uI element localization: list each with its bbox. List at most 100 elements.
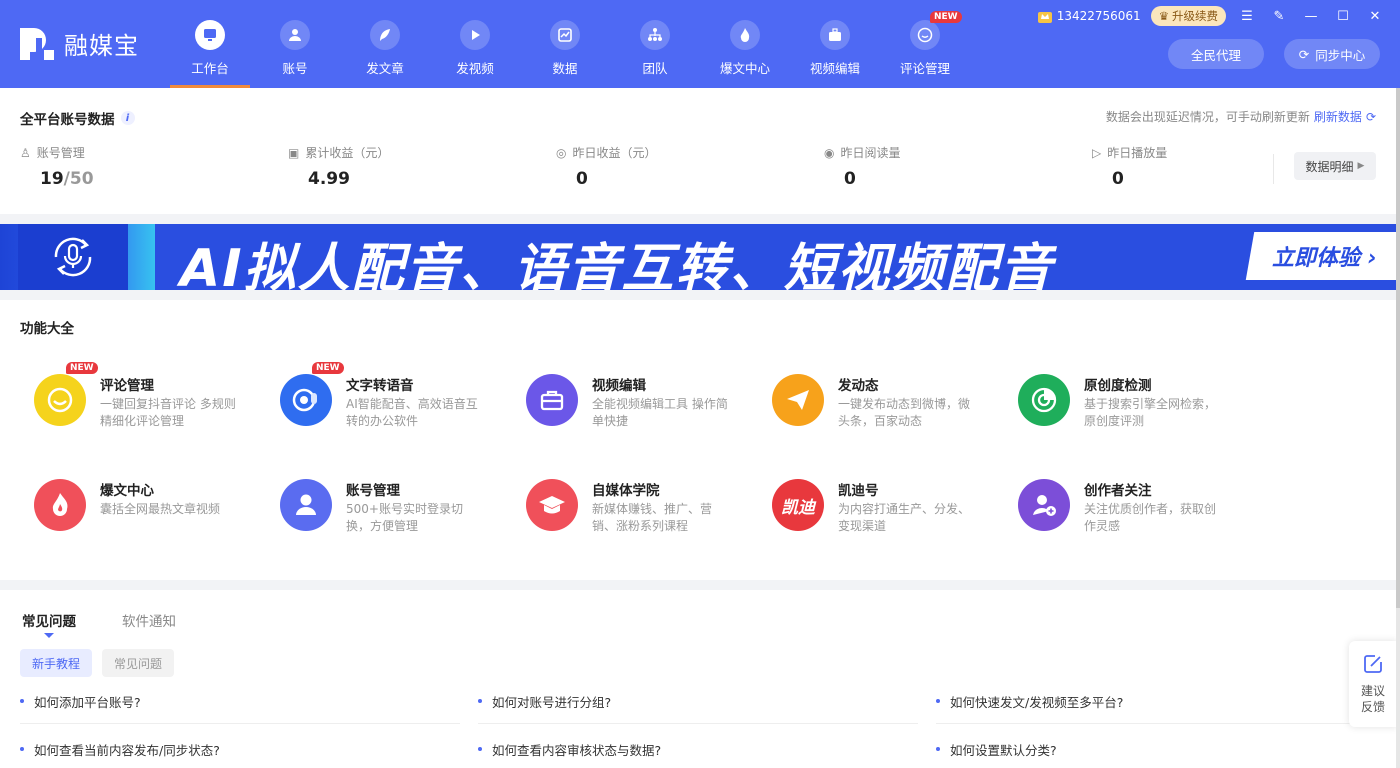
feature-comment-manage[interactable]: NEW 评论管理 一键回复抖音评论 多规则精细化评论管理 — [20, 362, 260, 444]
feature-creator-follow[interactable]: 创作者关注 关注优质创作者，获取创作灵感 — [1004, 479, 1244, 549]
nav-hot-articles[interactable]: 爆文中心 — [700, 0, 790, 88]
stats-title: 全平台账号数据 i — [20, 108, 135, 128]
agent-button[interactable]: 全民代理 — [1168, 39, 1264, 69]
feature-desc: 全能视频编辑工具 操作简单快捷 — [592, 397, 728, 428]
banner-headline: AI拟人配音、语音互转、短视频配音 — [180, 239, 1054, 290]
scrollbar-thumb[interactable] — [1396, 88, 1400, 608]
play-circle-icon: ▷ — [1092, 145, 1102, 160]
faq-link[interactable]: 如何添加平台账号? — [20, 692, 141, 711]
edit-note-icon — [1364, 655, 1382, 673]
feature-name: 自媒体学院 — [592, 483, 660, 499]
faq-link[interactable]: 如何查看当前内容发布/同步状态? — [20, 740, 220, 759]
faq-link[interactable]: 如何对账号进行分组? — [478, 692, 611, 711]
feature-desc: 一键发布动态到微博，微头条，百家动态 — [838, 397, 971, 428]
promo-banner[interactable]: AI拟人配音、语音互转、短视频配音 立即体验 › — [0, 224, 1396, 290]
nav-account[interactable]: 账号 — [250, 0, 340, 88]
feedback-label-1: 建议 — [1360, 684, 1385, 698]
nav-comments[interactable]: NEW 评论管理 — [880, 0, 970, 88]
nav-label: 发视频 — [456, 61, 494, 76]
info-icon[interactable]: i — [120, 111, 135, 125]
data-detail-button[interactable]: 数据明细 ▶ — [1294, 152, 1376, 180]
stats-panel: 全平台账号数据 i 数据会出现延迟情况，可手动刷新更新 刷新数据 ⟳ ♙ 账号管理… — [0, 88, 1396, 214]
feature-name: 文字转语音 — [346, 378, 414, 394]
feather-icon — [370, 20, 400, 50]
nav-workbench[interactable]: 工作台 — [170, 0, 250, 88]
graduation-cap-icon — [526, 479, 578, 531]
feature-text-to-speech[interactable]: NEW 文字转语音 AI智能配音、高效语音互转的办公软件 — [266, 362, 506, 444]
pill-beginner-tutorial[interactable]: 新手教程 — [20, 649, 92, 677]
tab-notices[interactable]: 软件通知 — [122, 610, 176, 630]
upgrade-button[interactable]: ♛ 升级续费 — [1150, 6, 1226, 26]
crown-icon: ♛ — [1158, 9, 1169, 23]
sync-center-button[interactable]: ⟳ 同步中心 — [1284, 39, 1380, 69]
vip-crown-icon — [1037, 11, 1052, 23]
tab-faq[interactable]: 常见问题 — [22, 610, 76, 630]
stat-limit: /50 — [63, 169, 94, 189]
feature-desc: 关注优质创作者，获取创作灵感 — [1084, 502, 1217, 533]
feature-desc: AI智能配音、高效语音互转的办公软件 — [346, 397, 478, 428]
upgrade-label: 升级续费 — [1172, 9, 1218, 23]
refresh-data-link[interactable]: 刷新数据 — [1314, 108, 1362, 125]
feature-originality-check[interactable]: 原创度检测 基于搜索引擎全网检索，原创度评测 — [1004, 374, 1244, 444]
stat-label: 账号管理 — [36, 146, 85, 160]
wallet-icon: ▣ — [288, 145, 300, 160]
feature-desc: 新媒体赚钱、推广、营销、涨粉系列课程 — [592, 502, 713, 533]
nav-data[interactable]: 数据 — [520, 0, 610, 88]
nav-label: 数据 — [552, 61, 578, 76]
yen-icon: ◎ — [556, 145, 567, 160]
sync-label: 同步中心 — [1315, 47, 1366, 63]
feature-name: 原创度检测 — [1084, 378, 1152, 394]
detail-label: 数据明细 — [1305, 159, 1354, 174]
radar-icon — [1018, 374, 1070, 426]
faq-link[interactable]: 如何查看内容审核状态与数据? — [478, 740, 661, 759]
faq-section: 常见问题 软件通知 新手教程 常见问题 如何添加平台账号? 如何对账号进行分组?… — [0, 590, 1396, 768]
app-logo[interactable]: 融媒宝 — [18, 24, 139, 62]
toolbox-icon — [526, 374, 578, 426]
stat-value: 0 — [576, 169, 588, 189]
edit-icon[interactable]: ✎ — [1268, 7, 1290, 25]
caret-right-icon: ▶ — [1357, 161, 1365, 171]
window-controls: 13422756061 ♛ 升级续费 ☰ ✎ — ☐ ✕ — [1037, 6, 1386, 26]
delay-note: 数据会出现延迟情况，可手动刷新更新 — [1105, 110, 1310, 124]
user-info[interactable]: 13422756061 — [1037, 9, 1141, 23]
stat-label: 累计收益（元） — [305, 146, 390, 160]
feature-name: 创作者关注 — [1084, 483, 1152, 499]
nav-label: 工作台 — [191, 61, 229, 76]
chat-icon — [910, 20, 940, 50]
close-icon[interactable]: ✕ — [1364, 7, 1386, 25]
maximize-icon[interactable]: ☐ — [1332, 7, 1354, 25]
feature-video-edit[interactable]: 视频编辑 全能视频编辑工具 操作简单快捷 — [512, 374, 752, 444]
minimize-icon[interactable]: — — [1300, 7, 1322, 25]
nav-video-edit[interactable]: 视频编辑 — [790, 0, 880, 88]
faq-link[interactable]: 如何设置默认分类? — [936, 740, 1057, 759]
menu-icon[interactable]: ☰ — [1236, 7, 1258, 25]
banner-cta-button[interactable]: 立即体验 › — [1272, 240, 1377, 272]
nav-label: 视频编辑 — [809, 61, 860, 76]
nav-publish-video[interactable]: 发视频 — [430, 0, 520, 88]
user-add-icon — [1018, 479, 1070, 531]
feature-desc: 基于搜索引擎全网检索，原创度评测 — [1084, 397, 1217, 428]
logo-icon — [20, 28, 54, 60]
nav-label: 爆文中心 — [719, 61, 770, 76]
sync-icon: ⟳ — [1298, 46, 1310, 62]
pill-common-questions[interactable]: 常见问题 — [102, 649, 174, 677]
feature-account-manage[interactable]: 账号管理 500+账号实时登录切换，方便管理 — [266, 479, 506, 549]
stats-note: 数据会出现延迟情况，可手动刷新更新 刷新数据 ⟳ — [1106, 108, 1376, 125]
feedback-label-2: 反馈 — [1360, 700, 1385, 714]
refresh-icon[interactable]: ⟳ — [1366, 110, 1376, 124]
nav-publish-article[interactable]: 发文章 — [340, 0, 430, 88]
feedback-button[interactable]: 建议 反馈 — [1349, 641, 1397, 727]
feature-kaidi[interactable]: 凯迪 凯迪号 为内容打通生产、分发、变现渠道 — [758, 479, 998, 549]
nav-team[interactable]: 团队 — [610, 0, 700, 88]
faq-link[interactable]: 如何快速发文/发视频至多平台? — [936, 692, 1123, 711]
top-header: 融媒宝 工作台 账号 发文章 发视频 数据 团队 爆文中心 视频编辑 NEW 评… — [0, 0, 1400, 88]
feature-name: 发动态 — [838, 378, 879, 394]
feature-media-academy[interactable]: 自媒体学院 新媒体赚钱、推广、营销、涨粉系列课程 — [512, 479, 752, 549]
feature-post-update[interactable]: 发动态 一键发布动态到微博，微头条，百家动态 — [758, 374, 998, 444]
scrollbar[interactable] — [1396, 88, 1400, 768]
feature-hot-articles[interactable]: 爆文中心 囊括全网最热文章视频 — [20, 479, 260, 549]
stat-value: 0 — [1112, 169, 1124, 189]
eye-icon: ◉ — [824, 145, 835, 160]
new-badge: NEW — [312, 362, 344, 374]
stat-accounts: ♙ 账号管理 19/50 — [20, 144, 94, 190]
